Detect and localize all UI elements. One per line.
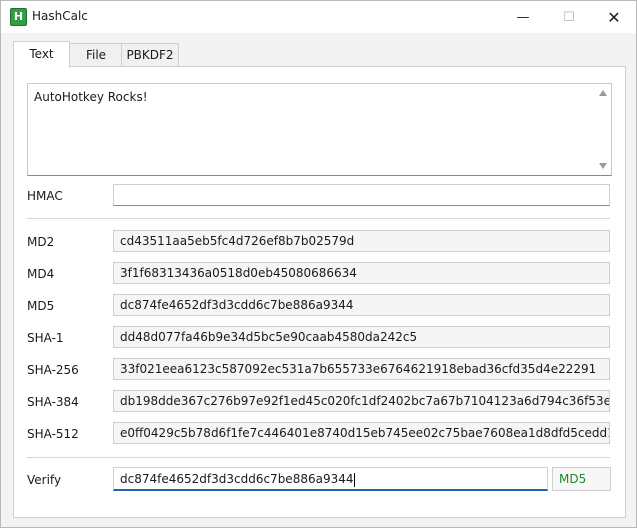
tab-pbkdf2[interactable]: PBKDF2	[121, 43, 179, 66]
divider-top	[27, 218, 610, 219]
md2-output[interactable]: cd43511aa5eb5fc4d726ef8b7b02579d	[113, 230, 610, 252]
md5-output[interactable]: dc874fe4652df3d3cdd6c7be886a9344	[113, 294, 610, 316]
verify-match-badge: MD5	[552, 467, 611, 491]
sha256-label: SHA-256	[27, 363, 79, 377]
md4-output[interactable]: 3f1f68313436a0518d0eb45080686634	[113, 262, 610, 284]
text-caret	[353, 472, 355, 487]
minimize-button[interactable]: —	[500, 1, 546, 33]
hashcalc-window: H HashCalc — ☐ ✕ Text File PBKDF2 AutoHo…	[0, 0, 637, 528]
text-scrollbar[interactable]	[595, 84, 611, 175]
hmac-label: HMAC	[27, 189, 63, 203]
sha256-output[interactable]: 33f021eea6123c587092ec531a7b655733e67646…	[113, 358, 610, 380]
app-icon: H	[10, 8, 27, 26]
scroll-down-arrow-icon[interactable]	[599, 163, 607, 169]
close-button[interactable]: ✕	[591, 1, 637, 33]
input-text-area[interactable]: AutoHotkey Rocks!	[27, 83, 612, 176]
sha1-output[interactable]: dd48d077fa46b9e34d5bc5e90caab4580da242c5	[113, 326, 610, 348]
verify-input[interactable]: dc874fe4652df3d3cdd6c7be886a9344	[113, 467, 548, 491]
hmac-input[interactable]	[113, 184, 610, 206]
text-tab-panel: AutoHotkey Rocks! HMAC MD2 cd43511aa5eb5…	[13, 66, 626, 518]
maximize-button[interactable]: ☐	[546, 1, 592, 33]
md2-label: MD2	[27, 235, 55, 249]
md4-label: MD4	[27, 267, 55, 281]
sha512-label: SHA-512	[27, 427, 79, 441]
tab-text[interactable]: Text	[13, 41, 70, 68]
sha384-output[interactable]: db198dde367c276b97e92f1ed45c020fc1df2402…	[113, 390, 610, 412]
title-bar: H HashCalc — ☐ ✕	[1, 1, 636, 33]
tab-file[interactable]: File	[69, 43, 123, 66]
sha1-label: SHA-1	[27, 331, 64, 345]
sha384-label: SHA-384	[27, 395, 79, 409]
divider-bottom	[27, 457, 610, 458]
verify-input-text: dc874fe4652df3d3cdd6c7be886a9344	[120, 472, 354, 486]
verify-label: Verify	[27, 473, 62, 487]
input-text: AutoHotkey Rocks!	[34, 90, 148, 104]
scroll-up-arrow-icon[interactable]	[599, 90, 607, 96]
window-title: HashCalc	[32, 9, 88, 23]
sha512-output[interactable]: e0ff0429c5b78d6f1fe7c446401e8740d15eb745…	[113, 422, 610, 444]
md5-label: MD5	[27, 299, 55, 313]
